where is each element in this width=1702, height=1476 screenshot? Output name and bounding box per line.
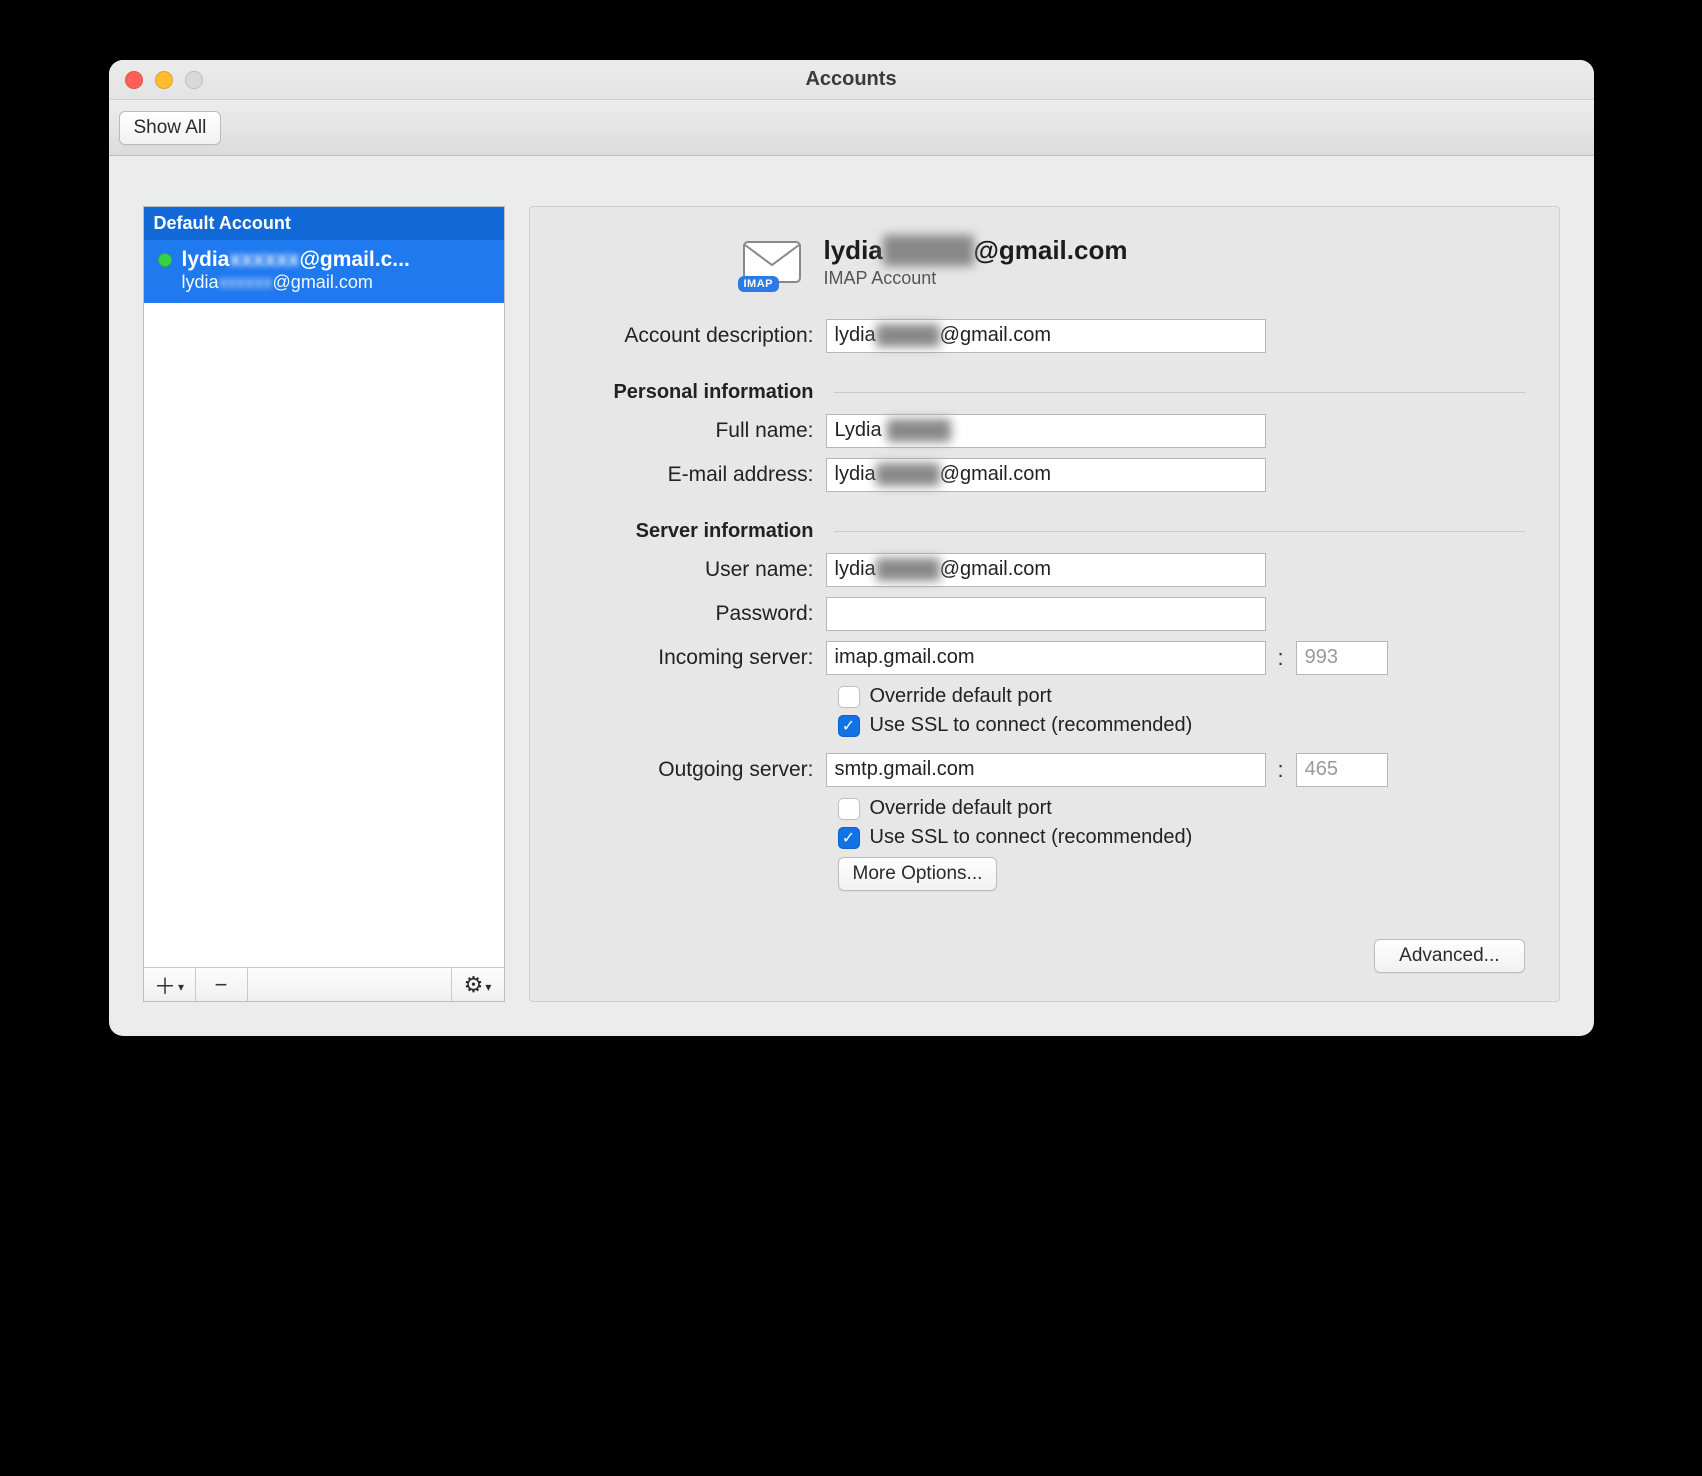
gear-icon: ⚙ bbox=[464, 972, 484, 998]
email-field[interactable]: lydiaxxxxxx@gmail.com bbox=[826, 458, 1266, 492]
port-separator: : bbox=[1278, 757, 1284, 783]
outgoing-use-ssl-label: Use SSL to connect (recommended) bbox=[870, 826, 1193, 849]
full-name-field[interactable]: Lydia xxxxxx bbox=[826, 414, 1266, 448]
incoming-port-field[interactable]: 993 bbox=[1296, 641, 1388, 675]
account-header: IMAP lydiaxxxxxx@gmail.com IMAP Account bbox=[740, 235, 1525, 289]
incoming-use-ssl-checkbox[interactable]: ✓ bbox=[838, 715, 860, 737]
incoming-server-label: Incoming server: bbox=[560, 646, 826, 670]
add-account-button[interactable]: ＋▾ bbox=[144, 968, 196, 1001]
sidebar-group-header: Default Account bbox=[144, 207, 504, 240]
server-info-heading: Server information bbox=[560, 520, 826, 543]
user-name-label: User name: bbox=[560, 558, 826, 582]
outgoing-override-port-label: Override default port bbox=[870, 797, 1052, 820]
incoming-override-port-label: Override default port bbox=[870, 685, 1052, 708]
outgoing-server-label: Outgoing server: bbox=[560, 758, 826, 782]
account-status-dot bbox=[158, 253, 172, 267]
accounts-window: Accounts Show All Default Account lydiax… bbox=[109, 60, 1594, 1036]
sidebar-account-item[interactable]: lydiaxxxxxx@gmail.c... lydiaxxxxxx@gmail… bbox=[144, 240, 504, 303]
content-area: Default Account lydiaxxxxxx@gmail.c... l… bbox=[109, 156, 1594, 1036]
incoming-use-ssl-label: Use SSL to connect (recommended) bbox=[870, 714, 1193, 737]
divider bbox=[834, 531, 1525, 532]
account-header-title: lydiaxxxxxx@gmail.com bbox=[824, 235, 1128, 266]
user-name-field[interactable]: lydiaxxxxxx@gmail.com bbox=[826, 553, 1266, 587]
account-header-subtitle: IMAP Account bbox=[824, 268, 1128, 289]
outgoing-override-port-checkbox[interactable] bbox=[838, 798, 860, 820]
account-sidebar: Default Account lydiaxxxxxx@gmail.c... l… bbox=[143, 206, 505, 1002]
divider bbox=[834, 392, 1525, 393]
toolbar: Show All bbox=[109, 100, 1594, 156]
account-description-field[interactable]: lydiaxxxxxx@gmail.com bbox=[826, 319, 1266, 353]
sidebar-empty-area bbox=[144, 303, 504, 967]
titlebar: Accounts bbox=[109, 60, 1594, 100]
sidebar-footer: ＋▾ − ⚙▾ bbox=[144, 967, 504, 1001]
envelope-icon: IMAP bbox=[740, 236, 804, 288]
remove-account-button[interactable]: − bbox=[196, 968, 248, 1001]
outgoing-use-ssl-checkbox[interactable]: ✓ bbox=[838, 827, 860, 849]
imap-badge: IMAP bbox=[738, 276, 780, 292]
advanced-button[interactable]: Advanced... bbox=[1374, 939, 1524, 973]
email-label: E-mail address: bbox=[560, 463, 826, 487]
port-separator: : bbox=[1278, 645, 1284, 671]
outgoing-port-field[interactable]: 465 bbox=[1296, 753, 1388, 787]
incoming-server-field[interactable]: imap.gmail.com bbox=[826, 641, 1266, 675]
password-label: Password: bbox=[560, 602, 826, 626]
more-options-button[interactable]: More Options... bbox=[838, 857, 998, 891]
password-field[interactable] bbox=[826, 597, 1266, 631]
window-title: Accounts bbox=[109, 68, 1594, 91]
full-name-label: Full name: bbox=[560, 419, 826, 443]
account-display-name: lydiaxxxxxx@gmail.c... bbox=[182, 248, 410, 272]
personal-info-heading: Personal information bbox=[560, 381, 826, 404]
account-description-label: Account description: bbox=[560, 324, 826, 348]
sidebar-footer-spacer bbox=[248, 968, 452, 1001]
account-subtitle: lydiaxxxxxx@gmail.com bbox=[158, 272, 494, 293]
outgoing-server-field[interactable]: smtp.gmail.com bbox=[826, 753, 1266, 787]
account-detail-panel: IMAP lydiaxxxxxx@gmail.com IMAP Account … bbox=[529, 206, 1560, 1002]
incoming-override-port-checkbox[interactable] bbox=[838, 686, 860, 708]
sidebar-settings-button[interactable]: ⚙▾ bbox=[452, 968, 504, 1001]
show-all-button[interactable]: Show All bbox=[119, 111, 222, 145]
